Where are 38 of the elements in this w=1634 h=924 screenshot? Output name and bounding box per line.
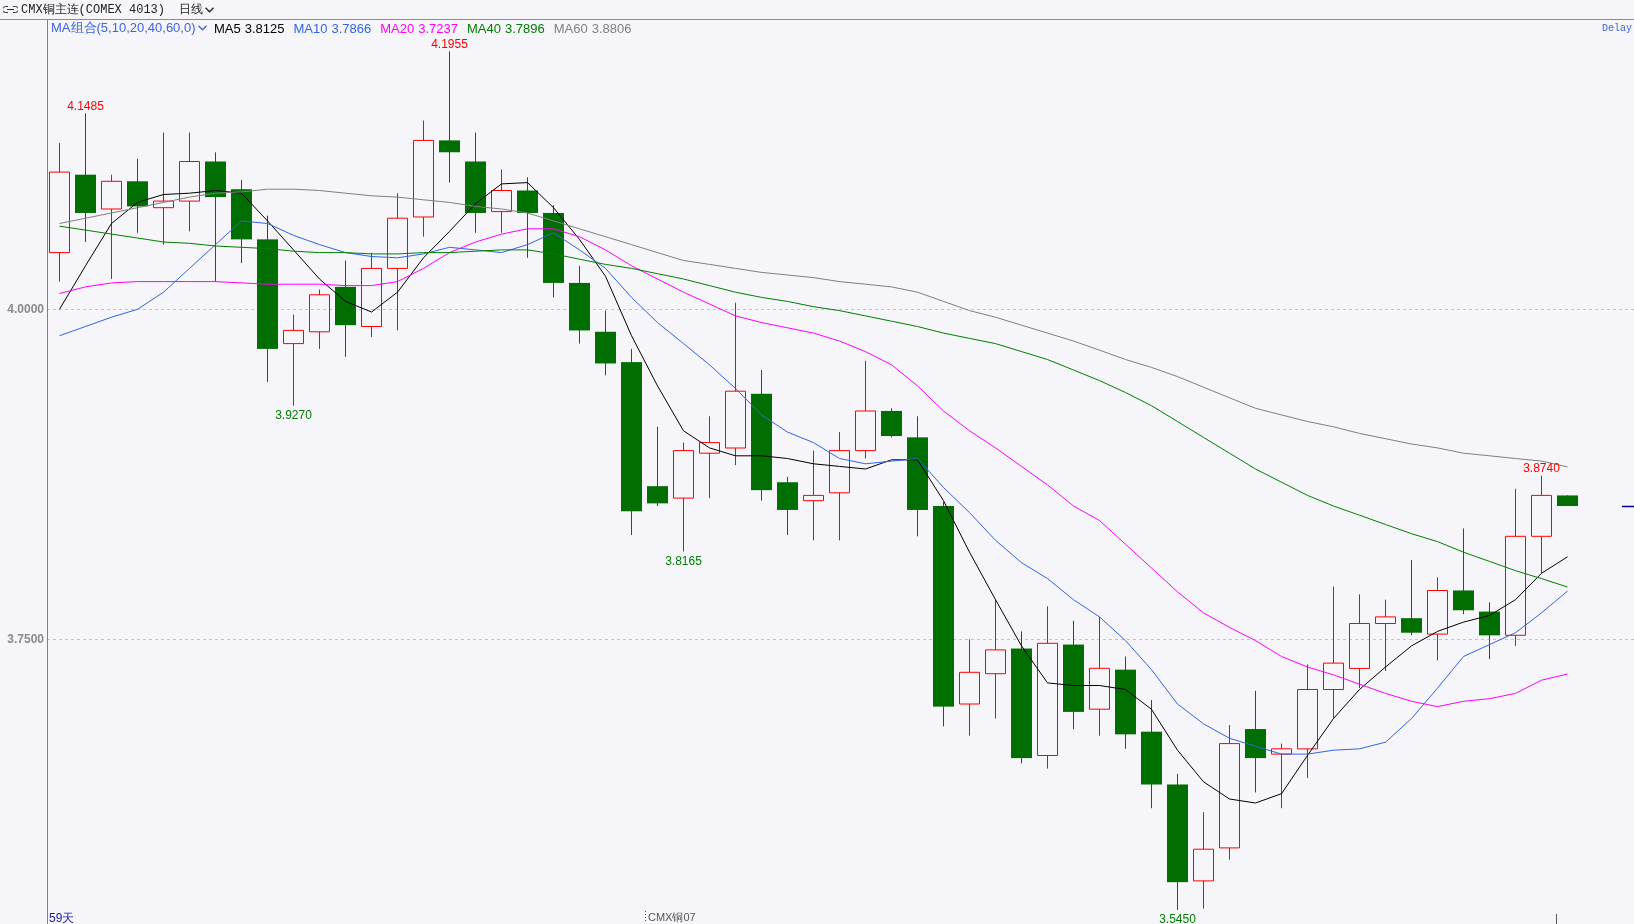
candlestick — [1271, 743, 1292, 809]
moving-average-value: 3.8806 — [591, 20, 632, 36]
candlestick — [881, 407, 902, 438]
candlestick — [595, 310, 616, 376]
caret-icon — [205, 6, 215, 13]
contract-label: CMX铜07 — [648, 911, 696, 923]
link-icon[interactable] — [3, 6, 18, 13]
moving-average-name: MA20 — [380, 20, 415, 36]
candlestick — [491, 168, 512, 234]
delay-label: Delay — [1602, 23, 1632, 34]
day-count-label: 59天 — [49, 911, 75, 924]
moving-average-name: MA5 — [214, 20, 241, 36]
indicator-dropdown[interactable]: MA组合(5,10,20,40,60,0) — [51, 20, 207, 36]
candlestick — [309, 289, 330, 350]
candlestick — [1557, 494, 1578, 507]
dotted-tick-mark — [645, 910, 646, 922]
moving-average-value: 3.8125 — [244, 20, 285, 36]
period-dropdown[interactable]: 日线 — [178, 1, 216, 18]
low-price-label: 3.5450 — [1159, 911, 1196, 924]
y-axis-label: 3.7500 — [7, 632, 44, 647]
caret-icon — [197, 25, 207, 31]
y-axis-label: 4.0000 — [7, 302, 44, 317]
moving-average-value: 3.7896 — [504, 20, 545, 36]
low-price-label: 3.9270 — [275, 407, 312, 422]
moving-average-name: MA10 — [293, 20, 328, 36]
high-price-label: 4.1955 — [431, 36, 468, 51]
last-price-marker — [1621, 505, 1634, 508]
high-price-label: 3.8740 — [1523, 461, 1560, 476]
candlestick — [777, 476, 798, 536]
tick-mark — [1556, 913, 1557, 924]
high-price-label: 4.1485 — [67, 98, 104, 113]
moving-average-name: MA40 — [466, 20, 501, 36]
symbol-title: CMX铜主连(COMEX 4013) — [21, 2, 166, 18]
moving-average-value: 3.7237 — [418, 20, 458, 36]
moving-average-value: 3.7866 — [331, 20, 372, 36]
moving-average-name: MA60 — [553, 20, 588, 36]
candlestick — [1479, 601, 1500, 660]
low-price-label: 3.8165 — [665, 553, 702, 568]
